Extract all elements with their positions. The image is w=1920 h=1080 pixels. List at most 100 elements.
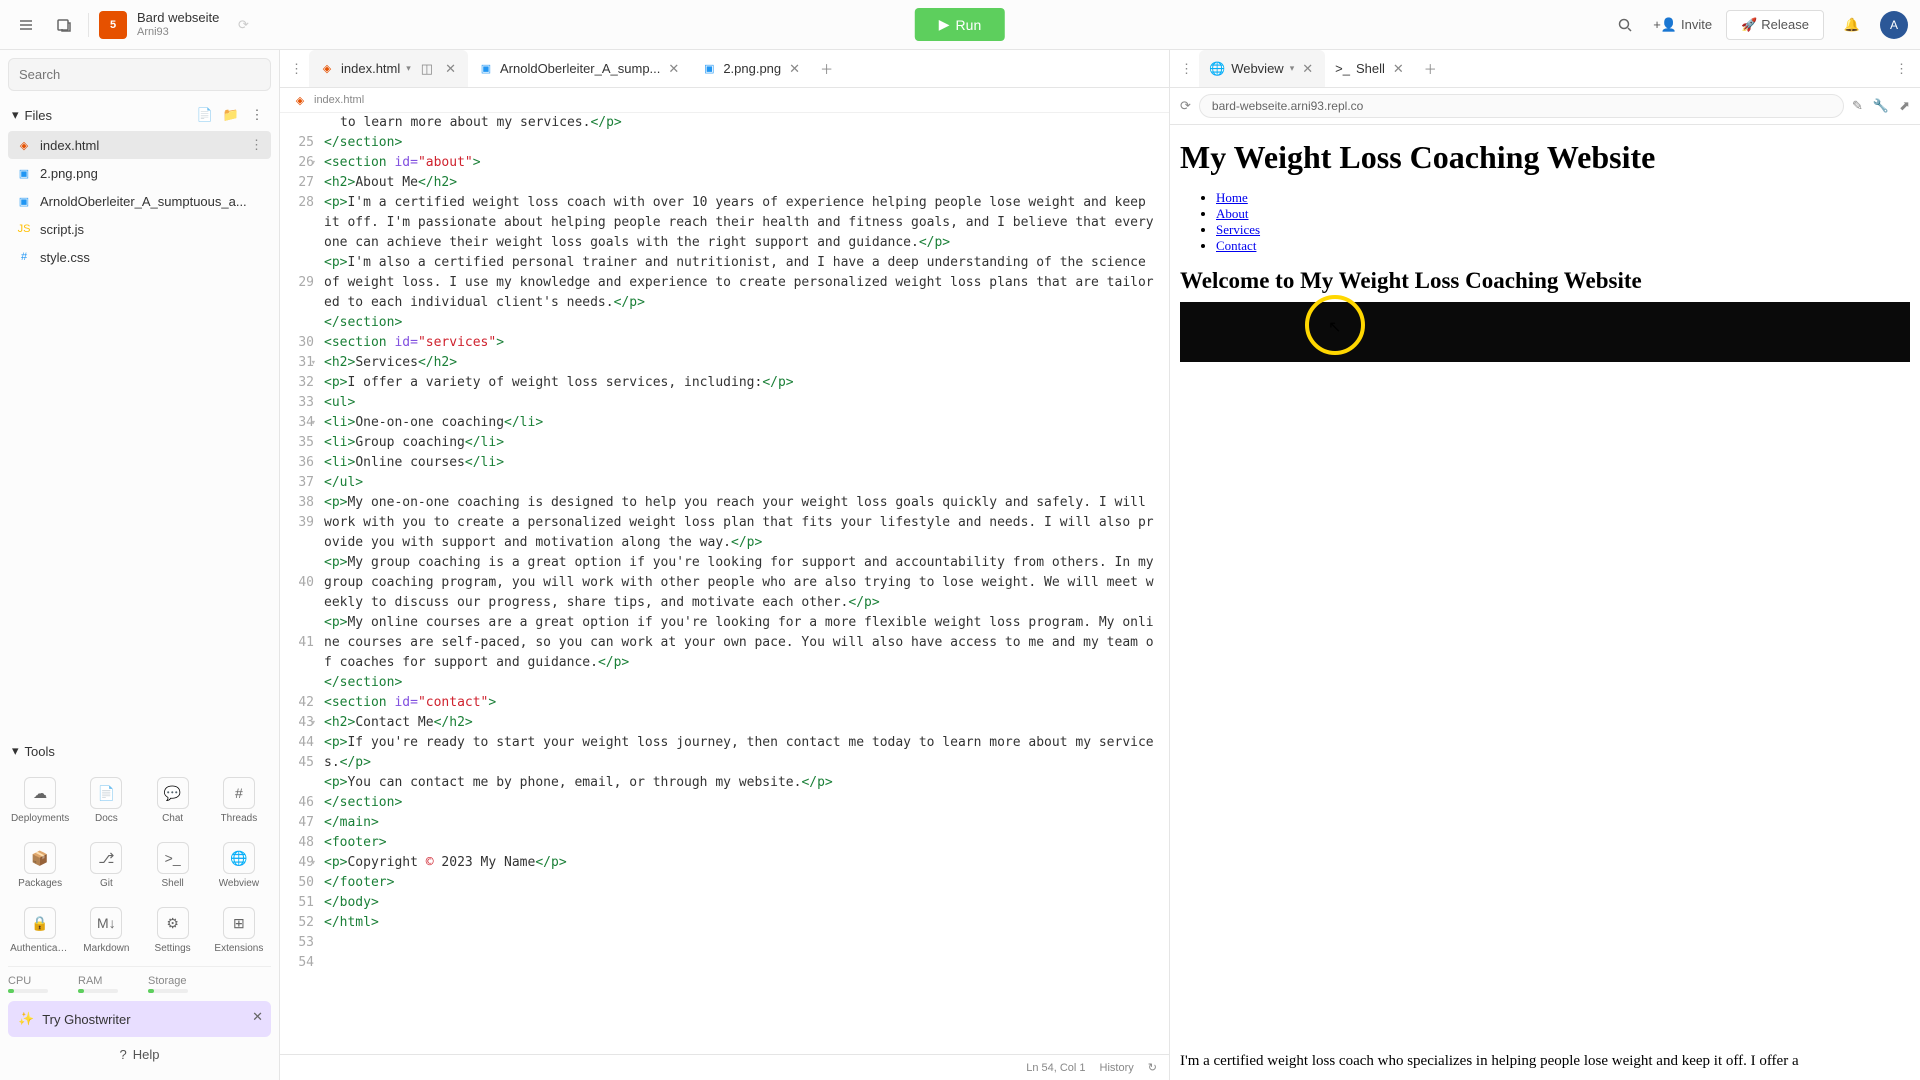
chevron-down-icon: ▾ <box>12 743 19 759</box>
history-icon[interactable]: ↻ <box>1148 1061 1157 1074</box>
file-item[interactable]: JSscript.js <box>8 215 271 243</box>
file-type-icon: ▣ <box>16 165 32 181</box>
editor-tab-bar: ⋮ ◈ index.html ▾ ◫ ✕ ▣ ArnoldOberleiter_A_sump… <box>280 50 1169 88</box>
nav-link[interactable]: Home <box>1216 190 1248 205</box>
more-icon[interactable]: ⋮ <box>247 105 267 125</box>
tool-label: Extensions <box>214 943 263 954</box>
bell-icon[interactable]: 🔔 <box>1838 11 1866 39</box>
resource-meter: Storage <box>148 975 188 993</box>
file-item[interactable]: ▣ ArnoldOberleiter_A_sumptuous_a... <box>8 187 271 215</box>
tool-label: Markdown <box>83 943 129 954</box>
menu-icon[interactable] <box>12 11 40 39</box>
resource-label: RAM <box>78 975 118 987</box>
tool-item[interactable]: ⎇Git <box>74 834 138 897</box>
release-button[interactable]: 🚀Release <box>1726 10 1824 40</box>
split-icon[interactable]: ◫ <box>417 61 437 77</box>
add-tab-icon[interactable]: ＋ <box>1416 59 1445 78</box>
person-add-icon: +👤 <box>1653 17 1677 33</box>
code-editor[interactable]: 2526272829303132333435363738394041424344… <box>280 113 1169 1054</box>
tool-item[interactable]: 📄Docs <box>74 769 138 832</box>
tool-item[interactable]: ☁Deployments <box>8 769 72 832</box>
new-file-icon[interactable]: 📄 <box>195 105 215 125</box>
tool-item[interactable]: ⊞Extensions <box>207 899 271 962</box>
nav-item: Contact <box>1216 238 1910 254</box>
resource-meter: CPU <box>8 975 48 993</box>
more-icon[interactable]: ⋮ <box>284 61 309 77</box>
nav-link[interactable]: About <box>1216 206 1249 221</box>
preview-tab[interactable]: >_Shell✕ <box>1325 50 1416 87</box>
project-info[interactable]: 5 Bard webseite Arni93 <box>99 10 219 39</box>
file-name: ArnoldOberleiter_A_sumptuous_a... <box>40 194 247 209</box>
tab-label: Webview <box>1231 61 1284 76</box>
tool-item[interactable]: 💬Chat <box>141 769 205 832</box>
edit-icon[interactable]: ✎ <box>1852 98 1863 114</box>
invite-button[interactable]: +👤Invite <box>1653 17 1712 33</box>
more-icon[interactable]: ⋮ <box>1887 61 1916 77</box>
run-button[interactable]: ▶ Run <box>915 8 1005 41</box>
tab-label: ArnoldOberleiter_A_sump... <box>500 61 660 76</box>
chevron-down-icon: ▾ <box>1290 63 1295 74</box>
tool-icon: 📦 <box>24 842 56 874</box>
tool-item[interactable]: 🌐Webview <box>207 834 271 897</box>
file-type-icon: ▣ <box>16 193 32 209</box>
tool-item[interactable]: #Threads <box>207 769 271 832</box>
html5-icon: ◈ <box>319 61 335 77</box>
close-icon[interactable]: ✕ <box>252 1009 263 1025</box>
image-icon: ▣ <box>701 61 717 77</box>
close-icon[interactable]: ✕ <box>1300 59 1315 79</box>
file-type-icon: JS <box>16 221 32 237</box>
preview-tab[interactable]: 🌐 Webview ▾ ✕ <box>1199 50 1325 87</box>
search-input[interactable] <box>8 58 271 91</box>
more-icon[interactable]: ⋮ <box>250 137 263 153</box>
tab-label: Shell <box>1356 61 1385 76</box>
refresh-icon[interactable]: ⟳ <box>1180 98 1191 114</box>
close-icon[interactable]: ✕ <box>1391 59 1406 79</box>
tool-label: Docs <box>95 813 118 824</box>
new-tab-icon[interactable] <box>50 11 78 39</box>
tool-label: Git <box>100 878 113 889</box>
close-icon[interactable]: ✕ <box>787 59 802 79</box>
globe-icon: 🌐 <box>1209 61 1225 77</box>
file-item[interactable]: #style.css <box>8 243 271 271</box>
sync-icon[interactable]: ⟳ <box>229 11 257 39</box>
new-folder-icon[interactable]: 📁 <box>221 105 241 125</box>
tool-item[interactable]: ⚙Settings <box>141 899 205 962</box>
page-title: My Weight Loss Coaching Website <box>1180 139 1910 176</box>
more-icon[interactable]: ⋮ <box>1174 61 1199 77</box>
resource-meter: RAM <box>78 975 118 993</box>
editor-tab[interactable]: ▣ArnoldOberleiter_A_sump...✕ <box>468 50 691 87</box>
nav-link[interactable]: Services <box>1216 222 1260 237</box>
help-icon: ? <box>120 1047 127 1062</box>
history-button[interactable]: History <box>1100 1062 1134 1074</box>
files-header[interactable]: ▾Files <box>12 107 52 123</box>
nav-link[interactable]: Contact <box>1216 238 1256 253</box>
add-tab-icon[interactable]: ＋ <box>812 59 841 78</box>
chevron-down-icon: ▾ <box>406 63 411 74</box>
tool-label: Packages <box>18 878 62 889</box>
close-icon[interactable]: ✕ <box>443 59 458 79</box>
tool-icon: >_ <box>157 842 189 874</box>
avatar[interactable]: A <box>1880 11 1908 39</box>
open-external-icon[interactable]: ⬈ <box>1899 98 1910 114</box>
tool-icon: 🌐 <box>223 842 255 874</box>
cursor-position: Ln 54, Col 1 <box>1026 1062 1085 1074</box>
file-item[interactable]: ▣2.png.png <box>8 159 271 187</box>
editor-tab[interactable]: ◈ index.html ▾ ◫ ✕ <box>309 50 468 87</box>
tool-icon: ☁ <box>24 777 56 809</box>
tool-item[interactable]: 📦 Packages <box>8 834 72 897</box>
tab-label: index.html <box>341 61 400 76</box>
tool-item[interactable]: >_Shell <box>141 834 205 897</box>
editor-tab[interactable]: ▣2.png.png✕ <box>691 50 812 87</box>
tool-item[interactable]: M↓Markdown <box>74 899 138 962</box>
help-button[interactable]: ?Help <box>8 1037 271 1072</box>
wrench-icon[interactable]: 🔧 <box>1873 98 1889 114</box>
tool-item[interactable]: 🔒Authenticati... <box>8 899 72 962</box>
ghostwriter-banner[interactable]: ✨ Try Ghostwriter ✕ <box>8 1001 271 1037</box>
search-icon[interactable] <box>1611 11 1639 39</box>
file-item[interactable]: ◈index.html⋮ <box>8 131 271 159</box>
webview-content[interactable]: My Weight Loss Coaching Website HomeAbou… <box>1170 125 1920 1080</box>
tool-icon: # <box>223 777 255 809</box>
url-input[interactable]: bard-webseite.arni93.repl.co <box>1199 94 1844 118</box>
tools-header[interactable]: ▾Tools <box>8 737 271 765</box>
close-icon[interactable]: ✕ <box>666 59 681 79</box>
